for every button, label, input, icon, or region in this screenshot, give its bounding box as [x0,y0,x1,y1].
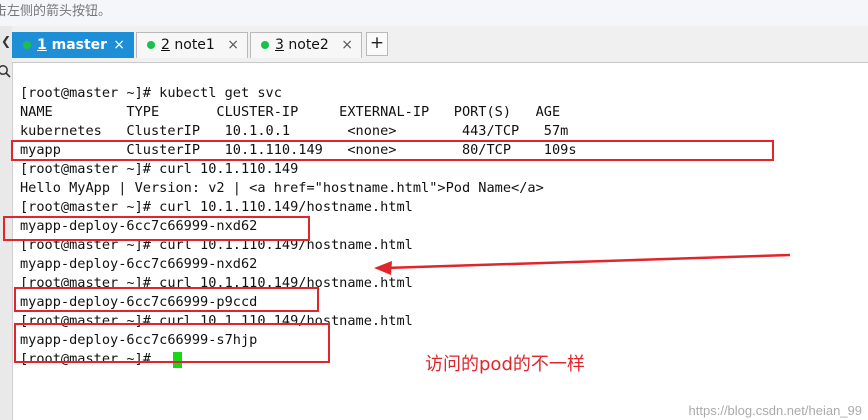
watermark: https://blog.csdn.net/heian_99 [688,403,862,418]
annotation-text: 访问的pod的不一样 [425,354,585,375]
